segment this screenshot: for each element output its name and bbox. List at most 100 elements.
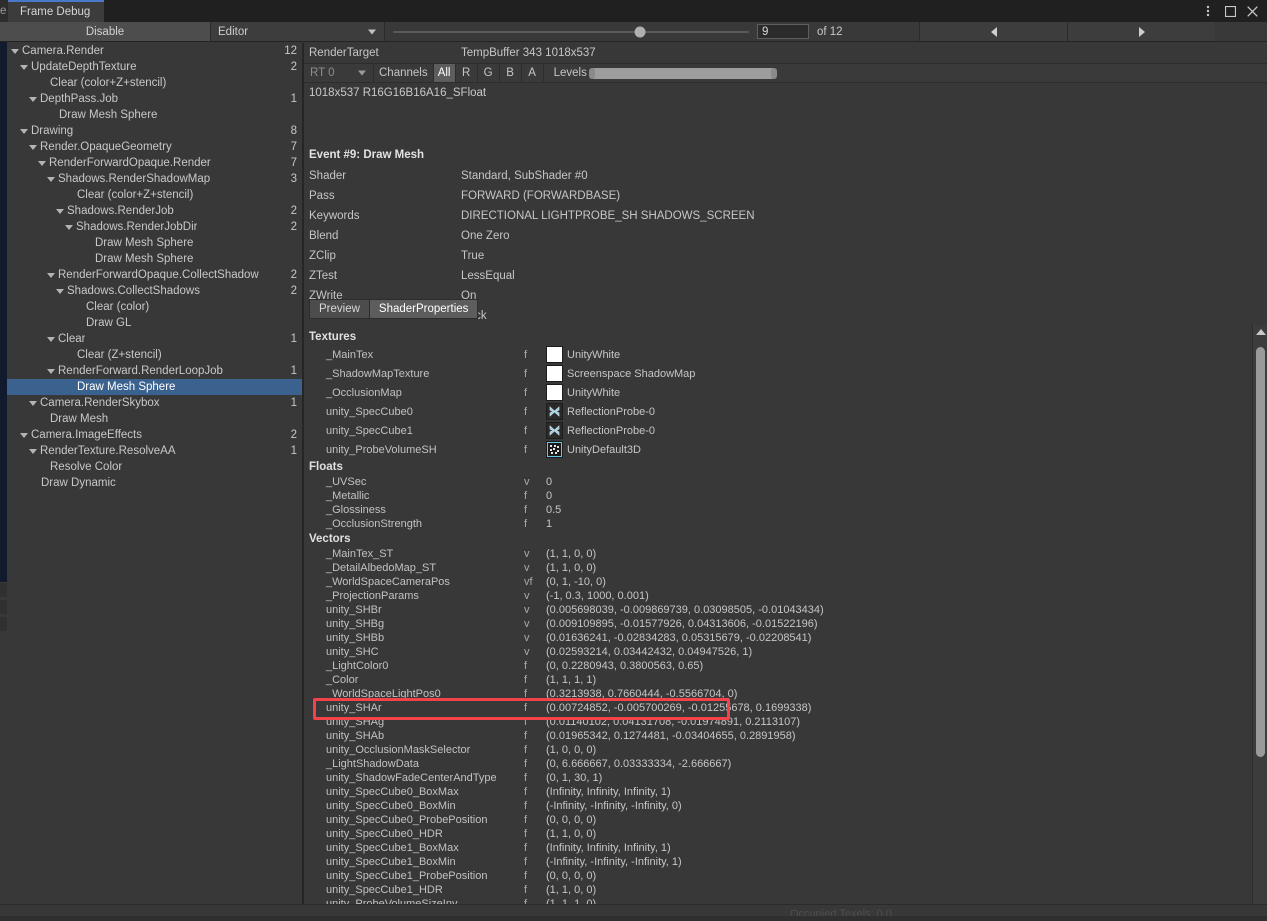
shader-property-type: vf	[524, 576, 533, 588]
shader-property-name: _LightShadowData	[326, 758, 419, 770]
maximize-icon[interactable]	[1219, 0, 1241, 22]
tree-row[interactable]: RenderForwardOpaque.Render 7	[7, 155, 302, 171]
scrollbar-thumb[interactable]	[1256, 347, 1265, 757]
tree-row-label: Clear (color)	[86, 301, 150, 313]
tree-expand-arrow-icon[interactable]	[47, 272, 55, 278]
channel-button-a[interactable]: A	[520, 64, 543, 82]
close-icon[interactable]	[1241, 0, 1263, 22]
shader-property-name: _OcclusionStrength	[326, 518, 422, 530]
tree-row[interactable]: Camera.Render 12	[7, 43, 302, 59]
shader-properties-scrollbar[interactable]	[1252, 325, 1267, 921]
tree-row[interactable]: RenderForward.RenderLoopJob 1	[7, 363, 302, 379]
disable-button[interactable]: Disable	[0, 22, 211, 41]
tree-expand-arrow-icon[interactable]	[20, 432, 28, 438]
tree-row[interactable]: Draw Mesh Sphere	[7, 379, 302, 395]
event-property-row: Keywords DIRECTIONAL LIGHTPROBE_SH SHADOW…	[304, 206, 1267, 226]
tree-expand-arrow-icon[interactable]	[47, 176, 55, 182]
tree-expand-arrow-icon[interactable]	[20, 128, 28, 134]
tree-row-count: 2	[290, 269, 297, 281]
tab-shaderproperties[interactable]: ShaderProperties	[368, 299, 479, 319]
tree-row[interactable]: UpdateDepthTexture 2	[7, 59, 302, 75]
shader-property-row: unity_SHC v (0.02593214, 0.03442432, 0.049…	[304, 645, 1254, 659]
rt-select-dropdown[interactable]: RT 0	[304, 64, 374, 82]
shader-property-name: unity_SHAr	[326, 702, 382, 714]
tree-row[interactable]: Clear (color)	[7, 299, 302, 315]
levels-range-slider[interactable]	[588, 67, 777, 79]
tree-expand-arrow-icon[interactable]	[20, 64, 28, 70]
tree-row-label: Draw Mesh Sphere	[59, 109, 158, 121]
tree-expand-arrow-icon[interactable]	[56, 288, 64, 294]
chevron-left-icon	[990, 26, 997, 37]
tree-row[interactable]: Render.OpaqueGeometry 7	[7, 139, 302, 155]
tree-expand-arrow-icon[interactable]	[29, 400, 37, 406]
tree-row[interactable]: Clear (Z+stencil)	[7, 347, 302, 363]
shader-property-row: _OcclusionStrength f 1	[304, 517, 1254, 531]
tree-row[interactable]: Shadows.RenderShadowMap 3	[7, 171, 302, 187]
event-property-key: Shader	[309, 170, 347, 182]
tree-row[interactable]: Camera.ImageEffects 2	[7, 427, 302, 443]
tree-row[interactable]: Clear (color+Z+stencil)	[7, 75, 302, 91]
adjacent-tab-stub[interactable]: e	[0, 0, 8, 22]
tree-row[interactable]: DepthPass.Job 1	[7, 91, 302, 107]
tree-row-label: Draw GL	[86, 317, 132, 329]
tree-row[interactable]: Draw Mesh	[7, 411, 302, 427]
tree-expand-arrow-icon[interactable]	[65, 224, 73, 230]
shader-property-value: UnityDefault3D	[546, 441, 641, 458]
tree-expand-arrow-icon[interactable]	[11, 48, 19, 54]
shader-property-value: (0.00724852, -0.005700269, -0.01255678, …	[546, 702, 812, 714]
event-property-value: Standard, SubShader #0	[461, 170, 588, 182]
levels-control[interactable]: Levels	[542, 64, 777, 82]
shader-property-value: UnityWhite	[546, 384, 620, 401]
tree-row-count: 1	[290, 333, 297, 345]
tab-frame-debug[interactable]: Frame Debug	[8, 0, 105, 22]
shader-property-type: f	[524, 424, 528, 437]
shader-property-row: _UVSec v 0	[304, 475, 1254, 489]
tree-row[interactable]: Clear 1	[7, 331, 302, 347]
tree-row[interactable]: RenderForwardOpaque.CollectShadow 2	[7, 267, 302, 283]
event-tree-panel[interactable]: Camera.Render 12 UpdateDepthTexture 2 Clear …	[7, 43, 303, 904]
kebab-menu-icon[interactable]	[1197, 0, 1219, 22]
tree-expand-arrow-icon[interactable]	[47, 368, 55, 374]
tree-row[interactable]: RenderTexture.ResolveAA 1	[7, 443, 302, 459]
tree-row[interactable]: Shadows.CollectShadows 2	[7, 283, 302, 299]
tree-row[interactable]: Draw Mesh Sphere	[7, 251, 302, 267]
shader-property-type: f	[524, 348, 528, 361]
channel-button-b[interactable]: B	[498, 64, 521, 82]
tree-row[interactable]: Shadows.RenderJobDir 2	[7, 219, 302, 235]
event-slider-thumb[interactable]	[634, 26, 646, 37]
channel-button-all[interactable]: All	[432, 64, 455, 82]
next-event-button[interactable]	[1067, 22, 1215, 41]
event-property-value: True	[461, 250, 485, 262]
left-edge-accent	[0, 42, 7, 582]
tree-row[interactable]: Resolve Color	[7, 459, 302, 475]
tree-row-count: 2	[290, 205, 297, 217]
channel-button-g[interactable]: G	[476, 64, 499, 82]
tab-preview[interactable]: Preview	[309, 299, 370, 319]
tree-expand-arrow-icon[interactable]	[29, 448, 37, 454]
texture-name-label: ReflectionProbe-0	[567, 424, 656, 437]
tree-expand-arrow-icon[interactable]	[29, 96, 37, 102]
tree-expand-arrow-icon[interactable]	[47, 336, 55, 342]
channel-button-r[interactable]: R	[454, 64, 477, 82]
shader-property-name: unity_OcclusionMaskSelector	[326, 744, 471, 756]
tree-row[interactable]: Camera.RenderSkybox 1	[7, 395, 302, 411]
chevron-down-icon	[368, 29, 376, 34]
tree-expand-arrow-icon[interactable]	[56, 208, 64, 214]
shader-property-name: unity_SpecCube0_ProbePosition	[326, 814, 488, 826]
tree-row[interactable]: Draw Mesh Sphere	[7, 235, 302, 251]
previous-event-button[interactable]	[919, 22, 1067, 41]
tree-row[interactable]: Draw GL	[7, 315, 302, 331]
tree-row[interactable]: Shadows.RenderJob 2	[7, 203, 302, 219]
tree-row[interactable]: Drawing 8	[7, 123, 302, 139]
tree-row[interactable]: Draw Mesh Sphere	[7, 107, 302, 123]
scroll-up-arrow-icon[interactable]	[1253, 325, 1267, 338]
target-dropdown[interactable]: Editor	[211, 22, 385, 41]
shader-property-type: f	[524, 367, 528, 380]
tree-row[interactable]: Draw Dynamic	[7, 475, 302, 491]
event-index-input[interactable]: 9	[757, 24, 809, 39]
tree-expand-arrow-icon[interactable]	[29, 144, 37, 150]
event-slider[interactable]	[385, 22, 757, 41]
tree-row[interactable]: Clear (color+Z+stencil)	[7, 187, 302, 203]
event-property-row: ZTest LessEqual	[304, 266, 1267, 286]
tree-expand-arrow-icon[interactable]	[38, 160, 46, 166]
